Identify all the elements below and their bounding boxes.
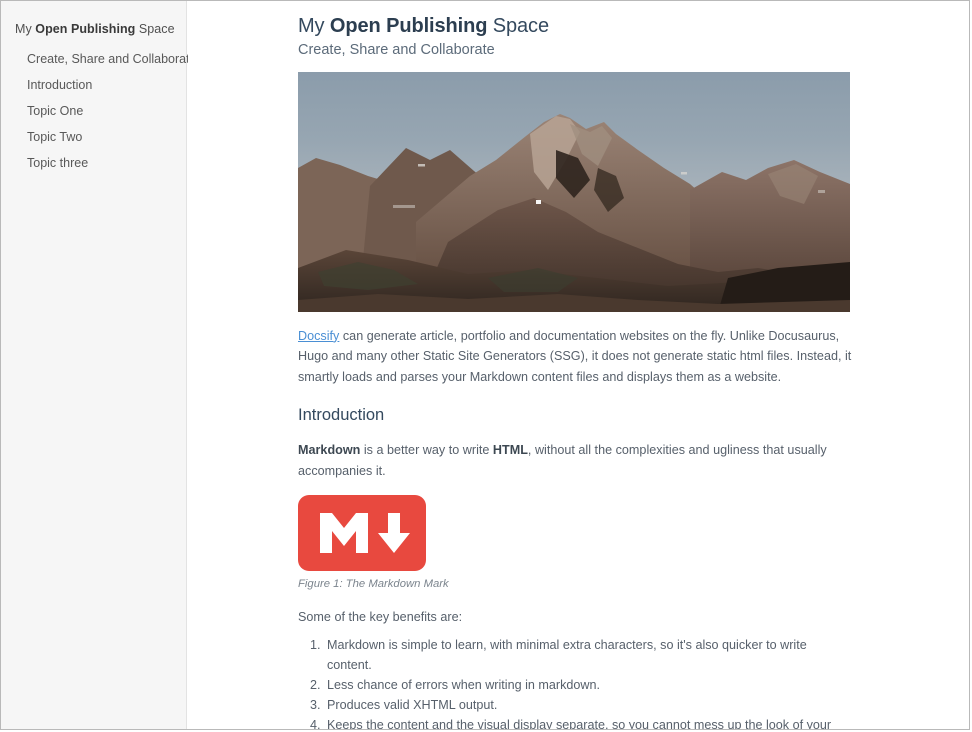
sidebar-item-introduction[interactable]: Introduction (1, 73, 186, 99)
figure-caption: Figure 1: The Markdown Mark (298, 578, 449, 591)
markdown-mid: is a better way to write (360, 443, 493, 458)
markdown-description: Markdown is a better way to write HTML, … (298, 440, 852, 481)
section-heading-introduction: Introduction (298, 406, 385, 425)
list-item: Keeps the content and the visual display… (324, 716, 852, 729)
markdown-bold: Markdown (298, 443, 361, 458)
sidebar-item-topic-one[interactable]: Topic One (1, 99, 186, 125)
docsify-link[interactable]: Docsify (298, 329, 339, 343)
list-item: Markdown is simple to learn, with minima… (324, 636, 852, 676)
sidebar-title-strong: Open Publishing (35, 22, 136, 36)
list-item: Produces valid XHTML output. (324, 696, 852, 716)
benefits-list: Markdown is simple to learn, with minima… (298, 636, 852, 729)
sidebar-nav: Create, Share and Collaborate Introducti… (1, 37, 197, 176)
page-title-strong: Open Publishing (329, 15, 488, 37)
page-title-prefix: My (298, 15, 330, 37)
sidebar-title-suffix: Space (135, 22, 175, 36)
intro-paragraph-text: can generate article, portfolio and docu… (298, 328, 852, 384)
intro-paragraph: Docsify can generate article, portfolio … (298, 326, 852, 387)
markdown-figure: Figure 1: The Markdown Mark (298, 495, 852, 593)
sidebar-item-topic-three[interactable]: Topic three (1, 150, 186, 176)
page-subtitle: Create, Share and Collaborate (298, 42, 495, 58)
html-bold: HTML (492, 443, 528, 458)
sidebar: My Open Publishing Space Create, Share a… (1, 1, 197, 729)
markdown-mark-icon (298, 495, 426, 572)
page-title: My Open Publishing Space (298, 13, 852, 39)
page-frame: My Open Publishing Space Create, Share a… (0, 0, 970, 730)
list-item: Less chance of errors when writing in ma… (324, 676, 852, 696)
sidebar-item-create-share-collaborate[interactable]: Create, Share and Collaborate (1, 47, 197, 73)
sidebar-title-prefix: My (15, 22, 36, 36)
sidebar-item-topic-two[interactable]: Topic Two (1, 124, 186, 150)
hero-figure (298, 71, 852, 312)
mountain-landscape-photo (298, 71, 850, 312)
benefits-lead: Some of the key benefits are: (298, 609, 463, 624)
photo-mountains (298, 113, 850, 312)
sidebar-site-title[interactable]: My Open Publishing Space (1, 1, 186, 37)
content-area: My Open Publishing Space Create, Share a… (188, 1, 969, 729)
page-title-suffix: Space (487, 15, 549, 37)
